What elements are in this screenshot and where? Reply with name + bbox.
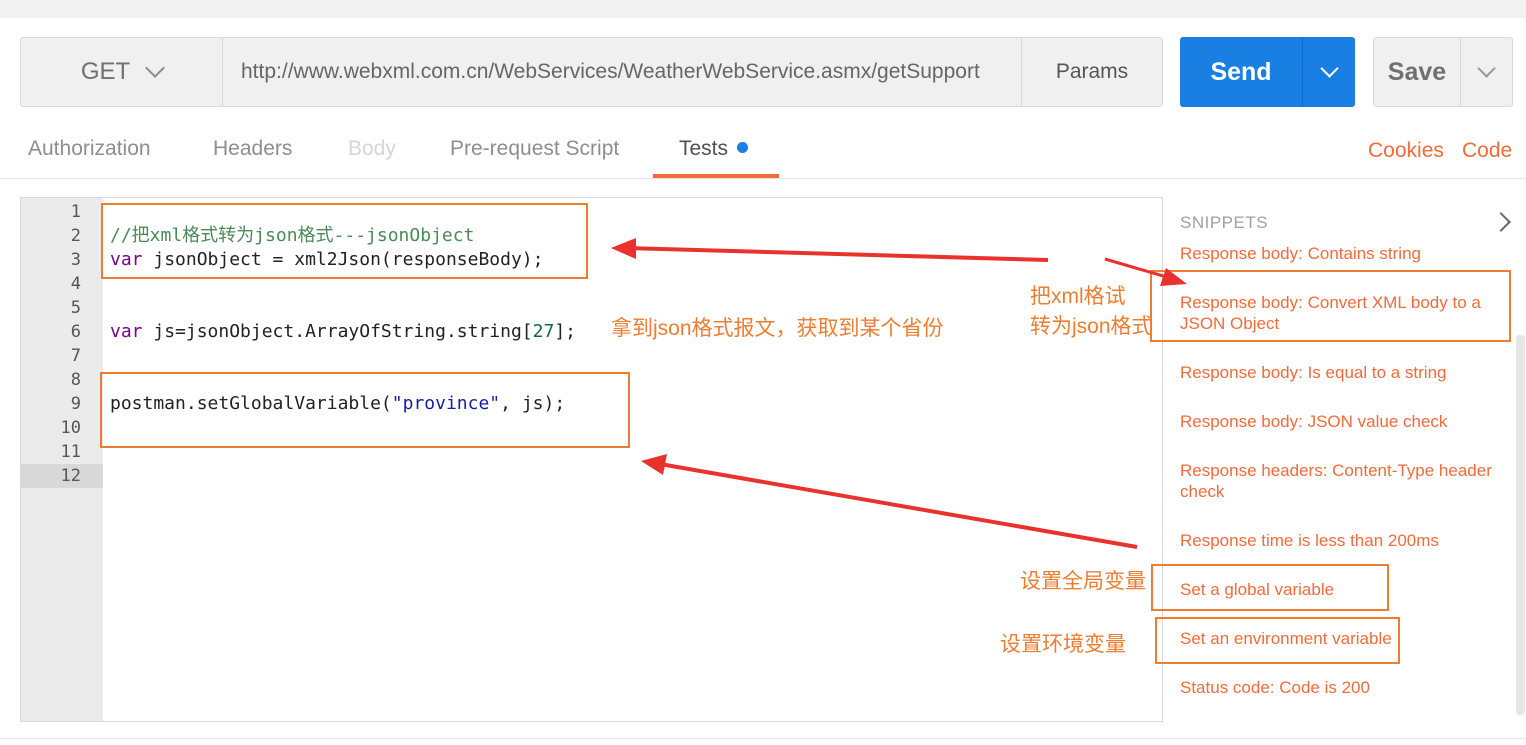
arrow-to-xml2json-code <box>611 238 1049 262</box>
annotation-arrows <box>611 238 1187 549</box>
arrow-to-setglobal-code <box>641 454 1138 549</box>
arrow-to-convert-snippet <box>1104 257 1187 286</box>
